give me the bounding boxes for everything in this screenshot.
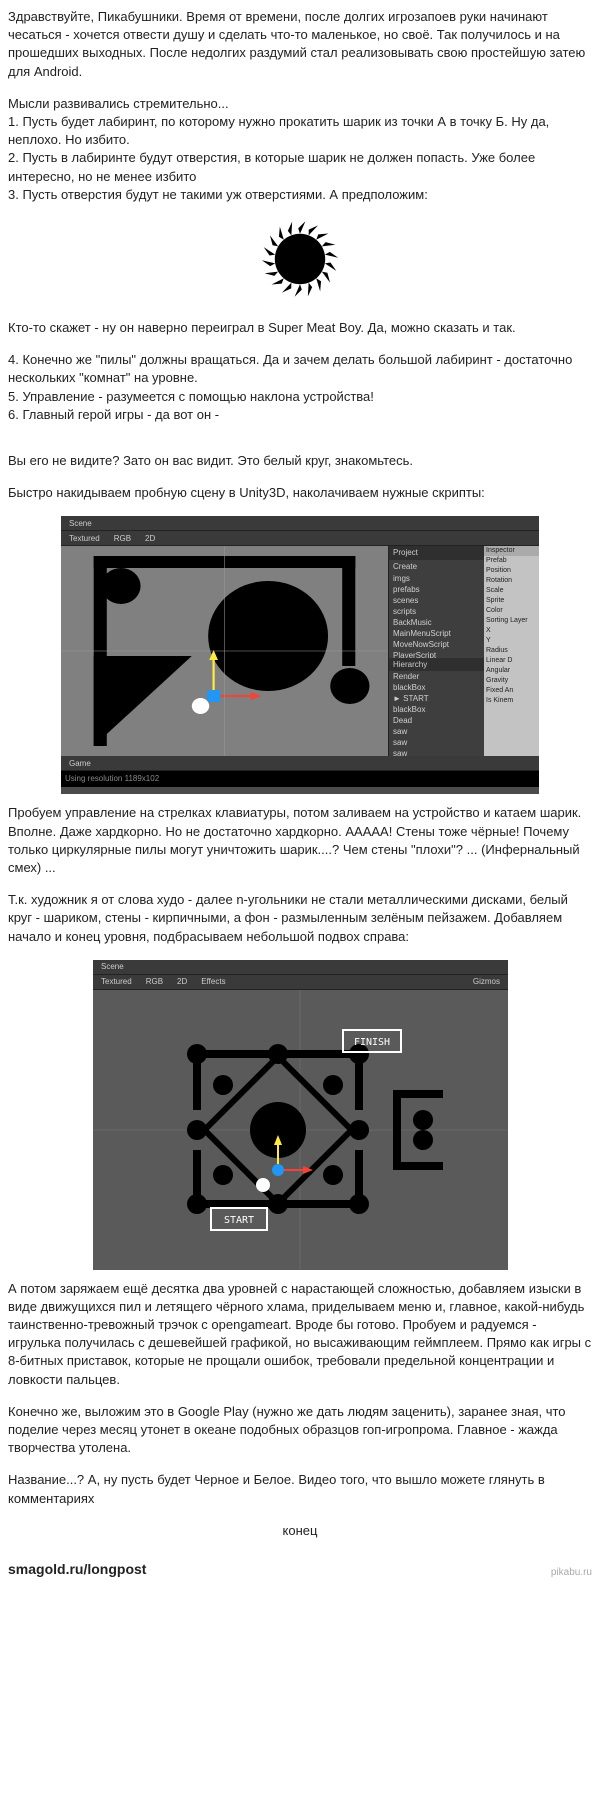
- textured-2: Textured: [97, 975, 136, 988]
- project-tab: Project: [389, 546, 484, 559]
- list-item: Dead: [389, 715, 484, 726]
- list-item: saw: [389, 726, 484, 737]
- scene-tab: Scene: [65, 517, 96, 530]
- list-item: Sprite: [484, 596, 539, 606]
- list-item: imgs: [389, 573, 484, 584]
- list-item: Is Kinem: [484, 696, 539, 706]
- list-item: X: [484, 626, 539, 636]
- list-item: Linear D: [484, 656, 539, 666]
- hierarchy-tab: Hierarchy: [389, 658, 484, 671]
- create-button: Create: [389, 560, 484, 573]
- list-item: BackMusic: [389, 617, 484, 628]
- effects-2: Effects: [197, 975, 229, 988]
- list-item: ► START: [389, 693, 484, 704]
- list-item: Radius: [484, 646, 539, 656]
- start-label: START: [224, 1215, 254, 1226]
- list-item: Angular: [484, 666, 539, 676]
- list-item: Y: [484, 636, 539, 646]
- list-item: Rotation: [484, 576, 539, 586]
- google-play: Конечно же, выложим это в Google Play (н…: [8, 1403, 592, 1458]
- inspector-tab: Inspector: [484, 546, 539, 556]
- twod-toggle: 2D: [141, 532, 159, 545]
- list-item: Render: [389, 671, 484, 682]
- naming: Название...? А, ну пусть будет Черное и …: [8, 1471, 592, 1507]
- after-unity1: Пробуем управление на стрелках клавиатур…: [8, 804, 592, 877]
- scene-tab-2: Scene: [97, 960, 128, 973]
- artist-para: Т.к. художник я от слова худо - далее n-…: [8, 891, 592, 946]
- resolution-label: Using resolution 1189x102: [61, 771, 539, 786]
- point-1: 1. Пусть будет лабиринт, по которому нуж…: [8, 113, 592, 149]
- list-item: Prefab: [484, 556, 539, 566]
- gizmos-2: Gizmos: [469, 975, 504, 988]
- unity-screenshot-2: Scene Textured RGB 2D Effects Gizmos: [93, 960, 508, 1270]
- list-item: saw: [389, 737, 484, 748]
- list-item: Position: [484, 566, 539, 576]
- end-label: конец: [8, 1522, 592, 1540]
- list-item: MainMenuScript: [389, 628, 484, 639]
- list-item: prefabs: [389, 584, 484, 595]
- unity-intro: Быстро накидываем пробную сцену в Unity3…: [8, 484, 592, 502]
- list-item: Scale: [484, 586, 539, 596]
- list-item: Gravity: [484, 676, 539, 686]
- point-2: 2. Пусть в лабиринте будут отверстия, в …: [8, 149, 592, 185]
- list-item: PlayerScript: [389, 650, 484, 658]
- after-saw: Кто-то скажет - ну он наверно переиграл …: [8, 319, 592, 337]
- list-item: scenes: [389, 595, 484, 606]
- list-item: saw: [389, 748, 484, 756]
- point-5: 5. Управление - разумеется с помощью нак…: [8, 388, 592, 406]
- list-item: MoveNowScript: [389, 639, 484, 650]
- list-item: blackBox: [389, 704, 484, 715]
- list-item: Sorting Layer: [484, 616, 539, 626]
- invisible-hero: Вы его не видите? Зато он вас видит. Это…: [8, 452, 592, 470]
- watermark: pikabu.ru: [551, 1566, 592, 1580]
- list-item: scripts: [389, 606, 484, 617]
- point-4: 4. Конечно же "пилы" должны вращаться. Д…: [8, 351, 592, 387]
- point-3: 3. Пусть отверстия будут не такими уж от…: [8, 186, 592, 204]
- sawblade-icon: [8, 214, 592, 309]
- rgb-2: RGB: [142, 975, 167, 988]
- greeting-paragraph: Здравствуйте, Пикабушники. Время от врем…: [8, 8, 592, 81]
- after-unity2: А потом заряжаем ещё десятка два уровней…: [8, 1280, 592, 1389]
- list-item: Color: [484, 606, 539, 616]
- finish-label: FINISH: [354, 1037, 390, 1048]
- footer-link[interactable]: smagold.ru/longpost: [8, 1560, 146, 1580]
- game-tab: Game: [65, 757, 95, 770]
- list-item: Fixed An: [484, 686, 539, 696]
- rgb-dropdown: RGB: [110, 532, 135, 545]
- list-item: blackBox: [389, 682, 484, 693]
- twod-2: 2D: [173, 975, 191, 988]
- textured-dropdown: Textured: [65, 532, 104, 545]
- unity-screenshot-1: Scene Textured RGB 2D: [61, 516, 539, 794]
- point-6: 6. Главный герой игры - да вот он -: [8, 406, 592, 424]
- thoughts-intro: Мысли развивались стремительно...: [8, 95, 592, 113]
